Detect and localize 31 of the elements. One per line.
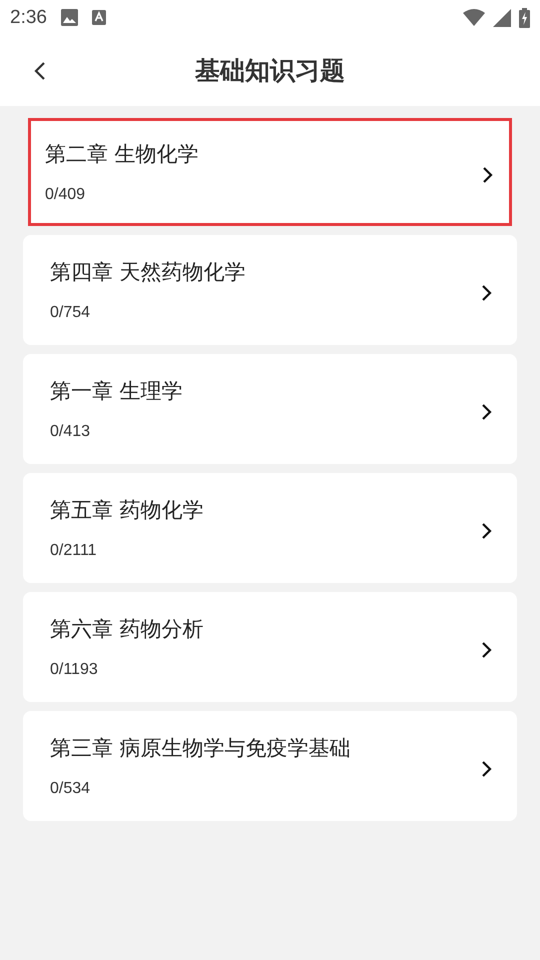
chapter-title: 第四章 天然药物化学 bbox=[50, 259, 247, 286]
battery-charging-icon bbox=[519, 8, 530, 28]
progress-count: 0/534 bbox=[50, 780, 92, 798]
chapter-card[interactable]: 第二章 生物化学 0/409 bbox=[28, 118, 512, 226]
page-title: 基础知识习题 bbox=[195, 55, 345, 87]
chapter-title: 第六章 药物分析 bbox=[50, 616, 205, 643]
status-time: 2:36 bbox=[10, 6, 47, 28]
chapter-card[interactable]: 第六章 药物分析 0/1193 bbox=[23, 592, 517, 702]
chevron-right-icon bbox=[481, 522, 492, 540]
wifi-icon bbox=[463, 9, 485, 26]
chevron-right-icon bbox=[481, 760, 492, 778]
chapter-title: 第三章 病原生物学与免疫学基础 bbox=[50, 735, 352, 762]
signal-icon bbox=[493, 8, 511, 26]
progress-count: 0/2111 bbox=[50, 542, 98, 560]
progress-count: 0/413 bbox=[50, 423, 92, 441]
chapter-title: 第一章 生理学 bbox=[50, 378, 184, 405]
chapter-card[interactable]: 第一章 生理学 0/413 bbox=[23, 354, 517, 464]
image-icon bbox=[60, 9, 78, 26]
chevron-right-icon bbox=[482, 166, 493, 184]
text-icon bbox=[92, 10, 106, 25]
progress-count: 0/1193 bbox=[50, 661, 99, 679]
progress-count: 0/754 bbox=[50, 304, 92, 322]
chevron-right-icon bbox=[481, 641, 492, 659]
chapter-card[interactable]: 第四章 天然药物化学 0/754 bbox=[23, 235, 517, 345]
chapter-title: 第二章 生物化学 bbox=[45, 141, 200, 168]
chevron-right-icon bbox=[481, 284, 492, 302]
chapter-title: 第五章 药物化学 bbox=[50, 497, 205, 524]
chapter-card[interactable]: 第五章 药物化学 0/2111 bbox=[23, 473, 517, 583]
chevron-right-icon bbox=[481, 403, 492, 421]
progress-count: 0/409 bbox=[45, 186, 86, 204]
chapter-card[interactable]: 第三章 病原生物学与免疫学基础 0/534 bbox=[23, 711, 517, 821]
